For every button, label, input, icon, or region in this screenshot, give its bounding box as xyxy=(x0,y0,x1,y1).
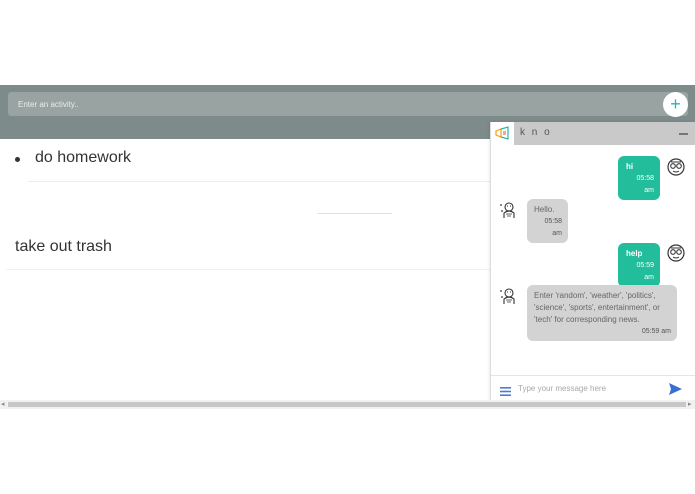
chat-message-input[interactable] xyxy=(518,380,663,396)
todo-item[interactable]: take out trash xyxy=(6,229,490,270)
bullet-icon xyxy=(15,157,20,162)
message-text: hi xyxy=(626,162,634,171)
bot-avatar-icon xyxy=(499,286,517,304)
user-avatar-icon xyxy=(667,158,685,176)
message-time: 05:58 am xyxy=(636,175,654,194)
todo-label: take out trash xyxy=(15,238,112,255)
scroll-left-icon[interactable]: ◂ xyxy=(1,400,5,408)
activity-input[interactable] xyxy=(8,92,658,116)
message-text: help xyxy=(626,249,643,258)
scrollbar-thumb[interactable] xyxy=(8,402,686,407)
horizontal-scrollbar[interactable]: ◂ ▸ xyxy=(0,400,695,409)
send-icon[interactable] xyxy=(669,382,682,400)
activity-input-wrapper xyxy=(8,92,688,116)
plus-icon: + xyxy=(670,94,681,114)
todo-item[interactable]: do homework xyxy=(6,140,490,182)
user-message: hi 05:58 am xyxy=(618,156,660,200)
message-time: 05:59 am xyxy=(641,328,671,335)
user-message: help 05:59 am xyxy=(618,243,660,287)
message-text: Hello. xyxy=(534,205,555,214)
message-time: 05:58 am xyxy=(544,218,562,237)
divider xyxy=(28,181,490,182)
divider xyxy=(317,213,392,214)
scroll-right-icon[interactable]: ▸ xyxy=(688,400,692,408)
chat-header[interactable]: k n o xyxy=(491,122,695,145)
todo-label: do homework xyxy=(35,149,132,166)
add-activity-button[interactable]: + xyxy=(663,92,688,117)
chat-input-bar xyxy=(491,375,695,401)
message-text: Enter 'random', 'weather', 'politics', '… xyxy=(534,291,660,324)
menu-icon[interactable] xyxy=(500,383,511,401)
bot-avatar-icon xyxy=(499,200,517,218)
message-time: 05:59 am xyxy=(636,262,654,281)
bot-message: Hello. 05:58 am xyxy=(527,199,568,243)
kno-logo-icon xyxy=(491,122,514,145)
minimize-icon[interactable] xyxy=(679,133,688,135)
todo-app: + do homework take out trash k n o hi 05… xyxy=(0,85,695,409)
chat-widget: k n o hi 05:58 am Hello. 05:58 am help 0… xyxy=(490,122,695,401)
user-avatar-icon xyxy=(667,244,685,262)
chat-title: k n o xyxy=(520,127,552,138)
bot-message: Enter 'random', 'weather', 'politics', '… xyxy=(527,285,677,341)
